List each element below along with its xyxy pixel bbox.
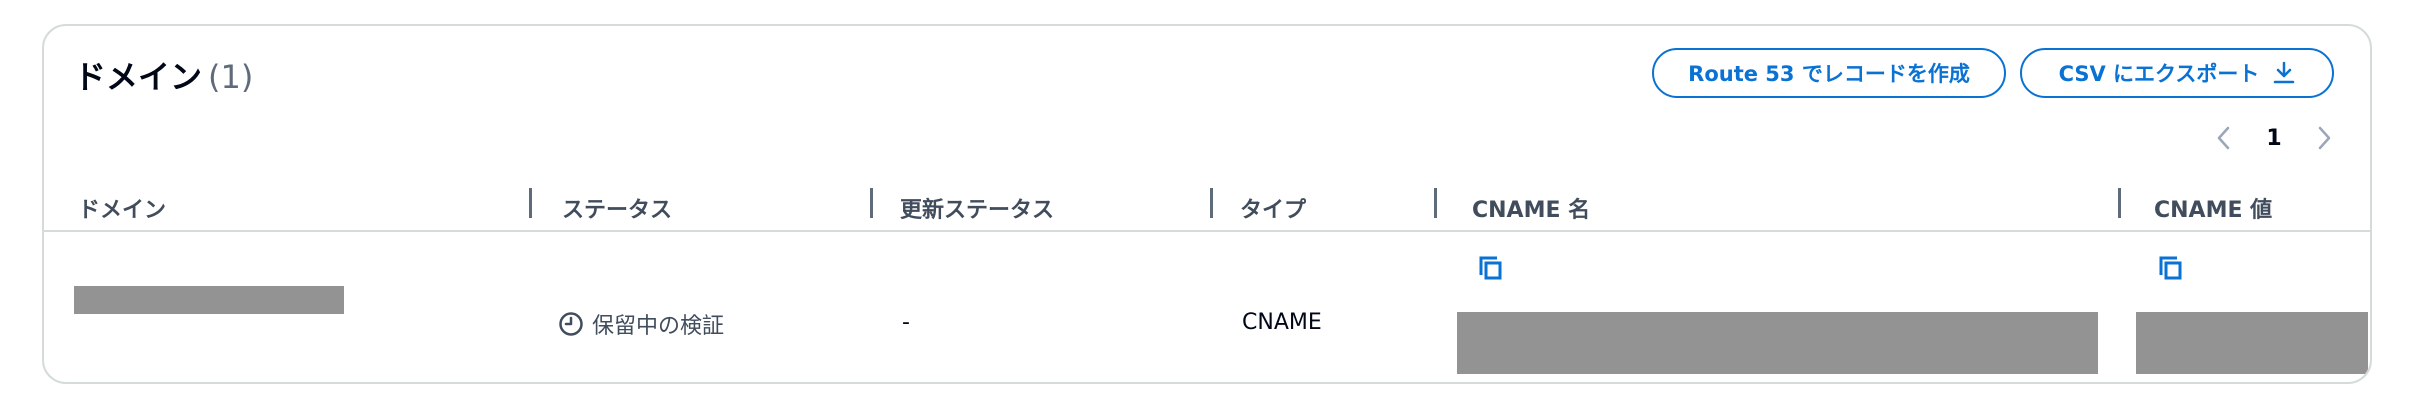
create-route53-records-label: Route 53 でレコードを作成 xyxy=(1688,62,1970,86)
column-header-domain[interactable]: ドメイン xyxy=(78,192,166,224)
column-resizer[interactable] xyxy=(870,188,873,218)
column-resizer[interactable] xyxy=(1434,188,1437,218)
column-header-cname-name[interactable]: CNAME 名 xyxy=(1472,192,1590,224)
copy-icon[interactable] xyxy=(2156,254,2184,282)
panel-title: ドメイン (1) xyxy=(74,52,253,98)
column-header-cname-value[interactable]: CNAME 値 xyxy=(2154,192,2272,224)
renewal-status-text: - xyxy=(902,310,910,335)
domain-redacted xyxy=(74,286,344,314)
column-header-type[interactable]: タイプ xyxy=(1240,192,1306,224)
page-number-button[interactable]: 1 xyxy=(2266,126,2281,151)
status-text: 保留中の検証 xyxy=(592,314,725,339)
table-row: 保留中の検証 - CNAME xyxy=(44,232,2370,382)
column-header-status[interactable]: ステータス xyxy=(562,192,672,224)
download-icon xyxy=(2274,61,2295,84)
export-csv-label: CSV にエクスポート xyxy=(2058,62,2260,86)
column-header-renewal-status[interactable]: 更新ステータス xyxy=(900,192,1054,224)
chevron-right-icon[interactable] xyxy=(2314,125,2334,151)
domains-panel: ドメイン (1) Route 53 でレコードを作成 CSV にエクスポート 1 … xyxy=(42,24,2372,384)
domain-count: (1) xyxy=(208,58,254,96)
export-csv-button[interactable]: CSV にエクスポート xyxy=(2020,48,2334,98)
column-resizer[interactable] xyxy=(529,188,532,218)
status-cell: 保留中の検証 xyxy=(558,308,724,340)
copy-icon[interactable] xyxy=(1476,254,1504,282)
cname-value-redacted xyxy=(2136,312,2368,374)
pagination: 1 xyxy=(2214,118,2334,158)
panel-title-text: ドメイン xyxy=(74,58,203,96)
table-header: ドメイン ステータス 更新ステータス タイプ CNAME 名 CNAME 値 xyxy=(44,182,2370,232)
type-text: CNAME xyxy=(1242,310,1322,335)
chevron-left-icon[interactable] xyxy=(2214,125,2234,151)
create-route53-records-button[interactable]: Route 53 でレコードを作成 xyxy=(1652,48,2006,98)
cname-name-redacted xyxy=(1457,312,2098,374)
clock-icon xyxy=(559,312,583,336)
column-resizer[interactable] xyxy=(2118,188,2121,218)
column-resizer[interactable] xyxy=(1210,188,1213,218)
